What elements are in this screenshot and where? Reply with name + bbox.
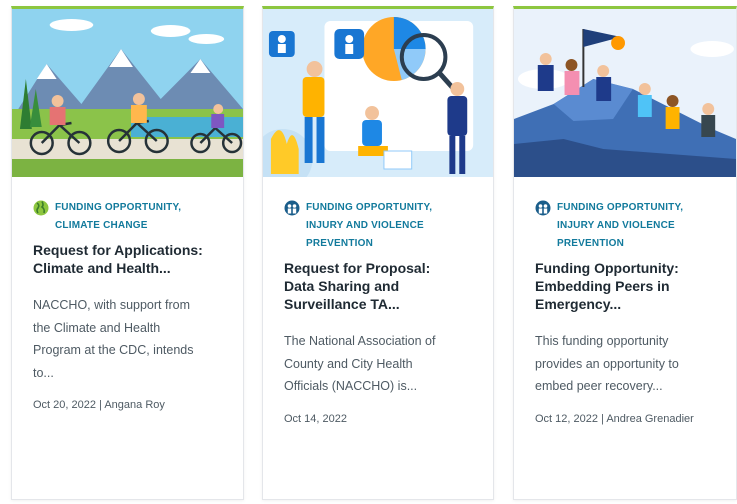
article-card-climate-health[interactable]: FUNDING OPPORTUNITY, CLIMATE CHANGE Requ… [11,6,244,500]
article-title[interactable]: Request for Applications: Climate and He… [33,241,229,277]
globe-icon [33,200,49,216]
category-line: CLIMATE CHANGE [55,220,148,231]
excerpt-line: This funding opportunity [535,334,669,348]
title-line: Data Sharing and [284,278,400,294]
excerpt-line: Program at the CDC, intends [33,343,194,357]
category-label[interactable]: FUNDING OPPORTUNITY, INJURY AND VIOLENCE… [284,199,479,253]
category-label[interactable]: FUNDING OPPORTUNITY, INJURY AND VIOLENCE… [535,199,722,253]
article-card-embedding-peers[interactable]: FUNDING OPPORTUNITY, INJURY AND VIOLENCE… [513,6,737,500]
title-line: Funding Opportunity: [535,260,679,276]
article-excerpt: NACCHO, with support from the Climate an… [33,294,229,384]
excerpt-line: to... [33,365,54,380]
category-line: PREVENTION [557,238,625,249]
excerpt-line: NACCHO, with support from [33,298,190,312]
excerpt-line: Officials (NACCHO) is... [284,379,418,393]
title-line: Emergency... [535,296,622,312]
data-analysis-illustration[interactable] [263,9,493,177]
title-line: Request for Proposal: [284,260,431,276]
excerpt-line: County and City Health [284,356,413,371]
article-title[interactable]: Funding Opportunity: Embedding Peers in … [535,259,722,313]
team-climbing-illustration[interactable] [514,9,736,177]
category-label[interactable]: FUNDING OPPORTUNITY, CLIMATE CHANGE [33,199,229,235]
article-excerpt: This funding opportunity provides an opp… [535,330,722,398]
article-meta: Oct 14, 2022 [284,412,347,425]
article-meta: Oct 20, 2022 | Angana Roy [33,399,165,411]
category-line: FUNDING OPPORTUNITY, [306,202,433,213]
article-meta: Oct 12, 2022 | Andrea Grenadier [535,412,694,425]
category-line: FUNDING OPPORTUNITY, [557,202,684,213]
title-line: Surveillance TA... [284,296,400,312]
title-line: Request for Applications: [33,242,203,258]
category-line: PREVENTION [306,238,374,249]
title-line: Embedding Peers in [535,278,670,294]
category-line: FUNDING OPPORTUNITY, [55,202,182,213]
cyclists-illustration[interactable] [12,9,243,177]
title-line: Climate and Health... [33,260,171,276]
excerpt-line: the Climate and Health [33,320,161,335]
excerpt-line: The National Association of [284,334,436,348]
category-line: INJURY AND VIOLENCE [557,220,675,231]
excerpt-line: embed peer recovery... [535,379,663,393]
people-icon [535,200,551,216]
article-card-data-sharing[interactable]: FUNDING OPPORTUNITY, INJURY AND VIOLENCE… [262,6,494,500]
people-icon [284,200,300,216]
excerpt-line: provides an opportunity to [535,356,679,371]
article-excerpt: The National Association of County and C… [284,330,479,398]
category-line: INJURY AND VIOLENCE [306,220,424,231]
article-title[interactable]: Request for Proposal: Data Sharing and S… [284,259,479,313]
